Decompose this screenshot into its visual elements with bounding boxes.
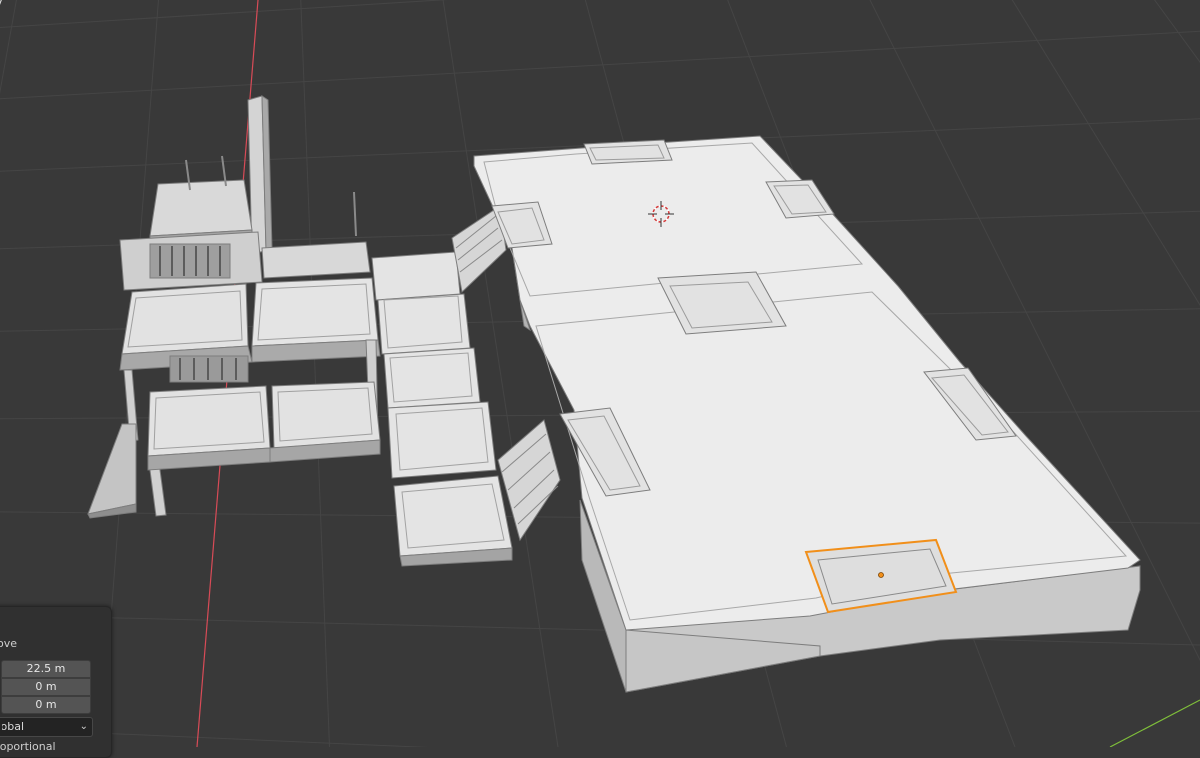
move-z-field[interactable]: 0 m [1,696,91,714]
scaffold-structure [87,95,381,519]
move-y-field[interactable]: 0 m [1,678,91,696]
main-platform [473,135,1141,693]
panel-heading: Move [0,637,17,650]
3d-viewport[interactable] [0,0,1200,747]
proportional-editing-label[interactable]: Proportional Editing [0,740,59,754]
orientation-select[interactable]: Global ⌄ [0,717,93,737]
move-x-field[interactable]: 22.5 m [1,660,91,678]
y-axis-line [1109,699,1200,747]
orientation-value: Global [2,720,24,733]
redo-last-panel[interactable]: Move 22.5 m 0 m 0 m Global ⌄ Proportiona… [0,606,112,758]
corner-label: y [0,0,3,8]
chevron-down-icon: ⌄ [79,721,88,732]
